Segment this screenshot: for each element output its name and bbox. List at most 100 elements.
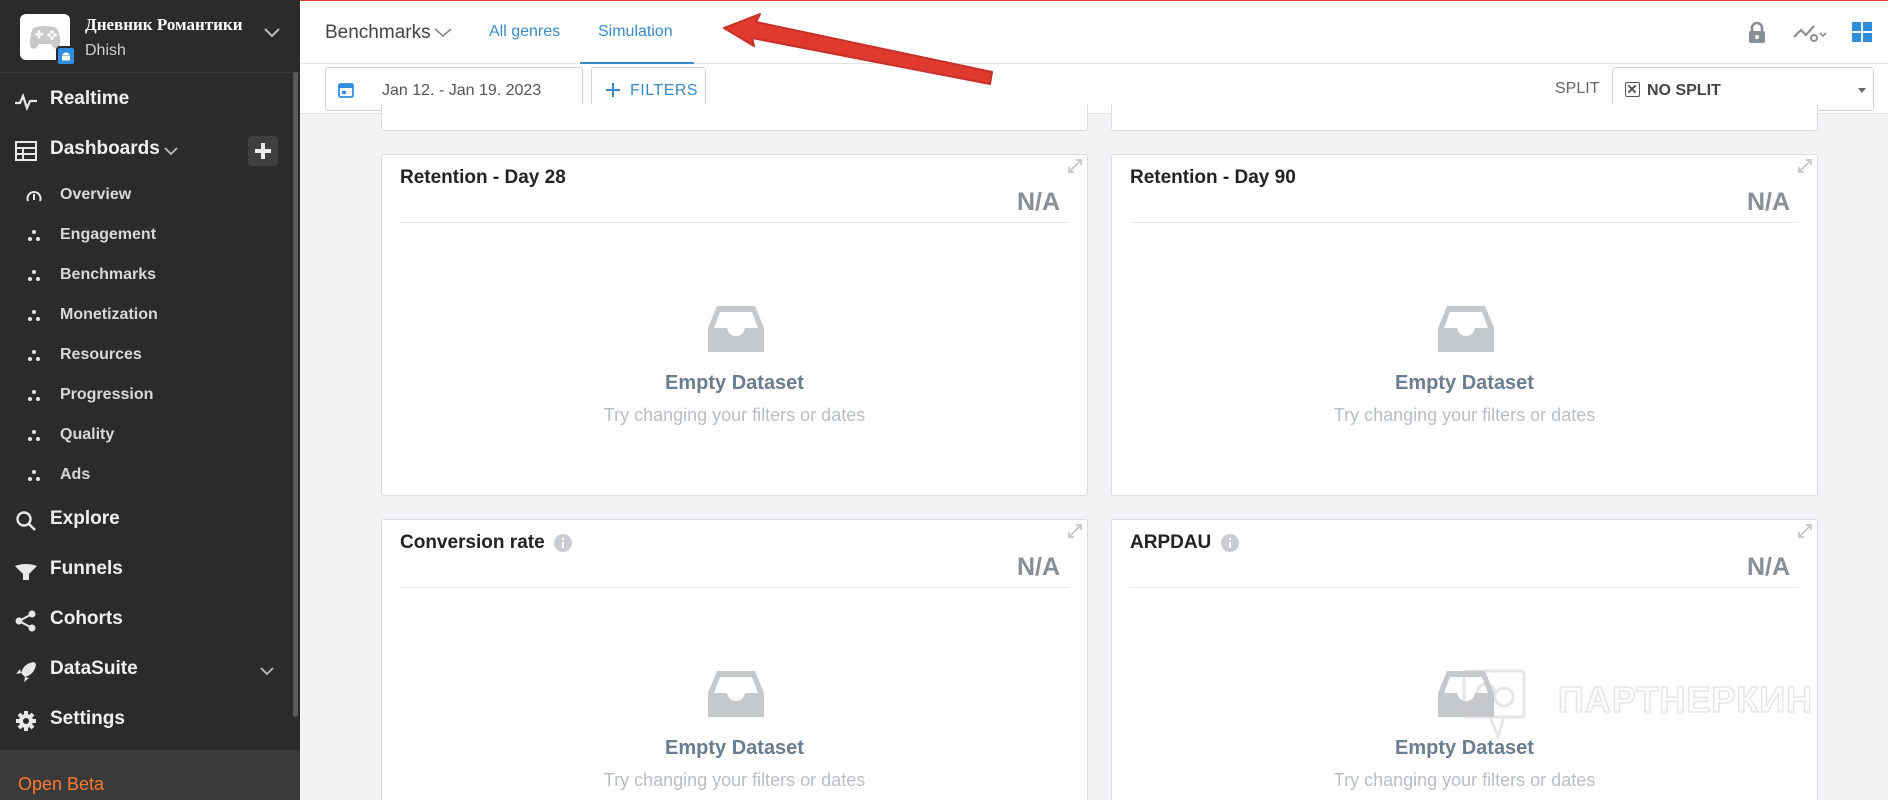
chevron-down-icon[interactable] [260,667,274,676]
nav-label: Settings [50,708,125,729]
dots-icon [28,390,40,401]
watermark-text: ПАРТНЕРКИН [1557,678,1814,721]
top-bar: Benchmarks All genres Simulation [300,0,1888,65]
info-icon[interactable] [1221,534,1239,552]
dots-icon [28,310,40,321]
tab-simulation[interactable]: Simulation [598,23,673,41]
rocket-icon [16,662,36,682]
watermark-logo-icon [1462,669,1526,742]
card-divider [400,222,1069,223]
date-range-value: Jan 12. - Jan 19. 2023 [382,82,542,99]
card-value: N/A [1746,188,1790,216]
pulse-icon [15,92,37,112]
open-beta-label: Open Beta [18,774,105,794]
share-icon [15,610,36,632]
page-title[interactable]: Benchmarks [325,22,431,44]
nav-settings[interactable]: Settings [0,700,292,740]
expand-icon[interactable] [1798,159,1812,173]
clear-split-icon[interactable] [1625,82,1640,97]
search-icon [16,511,36,531]
grid-layout-icon[interactable] [1851,21,1873,43]
app-user: Dhish [85,42,126,59]
sidebar-item-label: Monetization [60,306,158,323]
gear-icon [16,711,36,731]
add-dashboard-button[interactable] [248,136,278,166]
empty-dataset-title: Empty Dataset [665,372,804,394]
sidebar-item-label: Overview [60,186,132,203]
app-switcher[interactable]: Дневник Романтики Dhish [0,0,300,73]
card-divider [1130,222,1799,223]
sidebar: Дневник Романтики Dhish Realtime Dashboa… [0,0,300,800]
card-title: ARPDAU [1130,532,1212,553]
card-arpdau: ARPDAU N/A Empty Dataset Try changing yo… [1111,519,1818,800]
watermark: ПАРТНЕРКИН [1460,667,1860,747]
sidebar-item-benchmarks[interactable]: Benchmarks [0,259,292,293]
sidebar-item-resources[interactable]: Resources [0,339,292,373]
chevron-down-icon[interactable] [264,28,280,38]
card-conversion-rate: Conversion rate N/A Empty Dataset Try ch… [381,519,1088,800]
nav-label: Realtime [50,88,130,109]
gauge-icon [26,191,42,202]
nav-funnels[interactable]: Funnels [0,550,292,590]
chevron-down-icon[interactable] [434,28,452,38]
sidebar-item-label: Engagement [60,226,157,243]
dots-icon [28,230,40,241]
card-value: N/A [1016,553,1060,581]
expand-icon[interactable] [1068,159,1082,173]
empty-dataset-hint: Try changing your filters or dates [603,405,866,425]
sidebar-item-quality[interactable]: Quality [0,419,292,453]
sidebar-scrollbar[interactable] [293,72,298,717]
tab-all-genres[interactable]: All genres [489,23,560,41]
nav-cohorts[interactable]: Cohorts [0,600,292,640]
sidebar-item-ads[interactable]: Ads [0,459,292,493]
sidebar-item-engagement[interactable]: Engagement [0,219,292,253]
card-title: Retention - Day 28 [400,167,566,188]
info-icon[interactable] [554,534,572,552]
nav-label: Funnels [50,558,123,579]
dots-icon [28,430,40,441]
card-retention-day-90: Retention - Day 90 N/A Empty Dataset Try… [1111,154,1818,496]
sidebar-item-label: Benchmarks [60,266,157,283]
card-retention-day-28: Retention - Day 28 N/A Empty Dataset Try… [381,154,1088,496]
inbox-icon [1438,306,1494,352]
calendar-icon [338,83,354,98]
compare-icon[interactable] [1792,21,1828,45]
chevron-down-icon[interactable] [164,147,178,156]
app-name: Дневник Романтики [85,15,243,34]
inbox-icon [708,671,764,717]
open-beta-banner[interactable]: Open Beta [0,750,300,800]
empty-dataset-title: Empty Dataset [665,737,804,759]
nav-label: Cohorts [50,608,123,629]
empty-dataset-title: Empty Dataset [1395,372,1534,394]
nav-realtime[interactable]: Realtime [0,80,292,120]
expand-icon[interactable] [1798,524,1812,538]
nav-label: Dashboards [50,138,160,159]
card-title: Retention - Day 90 [1130,167,1296,188]
filters-label: FILTERS [630,82,699,99]
sidebar-item-progression[interactable]: Progression [0,379,292,413]
empty-dataset-hint: Try changing your filters or dates [1333,770,1596,790]
card-divider [1130,587,1799,588]
card-title: Conversion rate [400,532,545,553]
android-icon [56,46,76,66]
nav-explore[interactable]: Explore [0,500,292,540]
inbox-icon [708,306,764,352]
empty-dataset-hint: Try changing your filters or dates [603,770,866,790]
lock-icon[interactable] [1747,21,1767,45]
split-label: SPLIT [1555,80,1600,97]
dropdown-caret-icon [1858,88,1866,93]
grid-icon [15,141,37,161]
split-value: NO SPLIT [1647,82,1721,99]
dots-icon [28,350,40,361]
empty-dataset-hint: Try changing your filters or dates [1333,405,1596,425]
expand-icon[interactable] [1068,524,1082,538]
dots-icon [28,270,40,281]
sidebar-item-label: Ads [60,466,91,483]
nav-datasuite[interactable]: DataSuite [0,650,292,690]
sidebar-item-monetization[interactable]: Monetization [0,299,292,333]
dots-icon [28,470,40,481]
plus-icon [606,83,620,97]
card-value: N/A [1016,188,1060,216]
sidebar-item-overview[interactable]: Overview [0,179,292,213]
nav-label: Explore [50,508,120,529]
